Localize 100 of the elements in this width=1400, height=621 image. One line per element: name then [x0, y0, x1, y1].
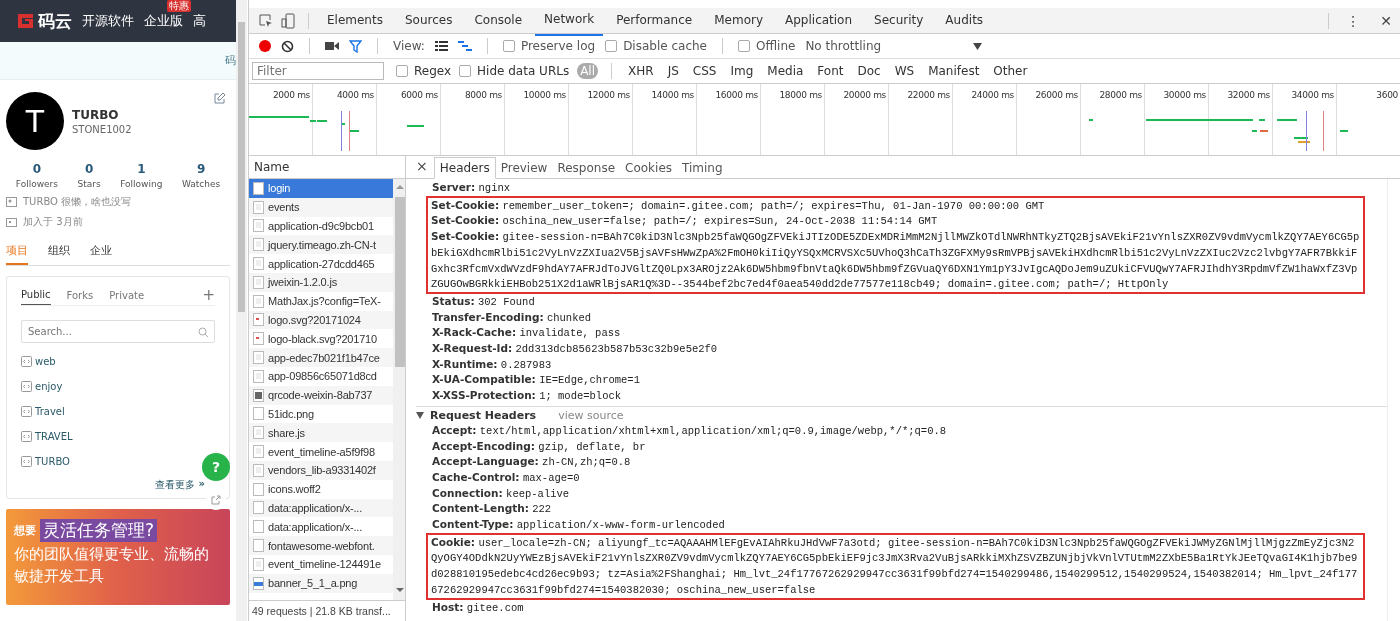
panel-tab[interactable]: Audits: [936, 6, 993, 35]
detail-tab[interactable]: Headers: [433, 157, 496, 179]
checkbox[interactable]: [459, 65, 472, 77]
filter-icon[interactable]: [349, 39, 362, 53]
camera-icon[interactable]: [325, 41, 339, 51]
panel-tab[interactable]: Performance: [607, 6, 702, 35]
panel-tab[interactable]: Memory: [705, 6, 772, 35]
nav-link[interactable]: 企业版: [144, 12, 183, 30]
request-row[interactable]: qrcode-weixin-8ab737: [249, 385, 393, 405]
detail-tab[interactable]: Preview: [495, 158, 553, 178]
view-source-link[interactable]: view source: [558, 408, 624, 422]
ad-banner[interactable]: 想要 灵活任务管理? 你的团队值得更专业、流畅的 敏捷开发工具: [6, 509, 230, 605]
nav-link[interactable]: 开源软件: [82, 12, 134, 30]
panel-tab[interactable]: Security: [865, 6, 933, 35]
type-filter[interactable]: Doc: [854, 63, 884, 79]
detail-tab[interactable]: Response: [552, 158, 621, 178]
section-title[interactable]: Request Headers: [430, 408, 537, 422]
request-row[interactable]: vendors_lib-a9331402f: [249, 460, 393, 480]
inspect-icon[interactable]: [259, 13, 273, 28]
request-row[interactable]: app-edec7b021f1b47ce: [249, 348, 393, 367]
checkbox[interactable]: [502, 40, 515, 52]
panel-tab[interactable]: Sources: [395, 6, 462, 35]
record-button[interactable]: [259, 40, 271, 52]
checkbox[interactable]: [396, 65, 408, 77]
scroll-down-icon[interactable]: [396, 588, 404, 592]
list-view-icon[interactable]: [434, 41, 448, 51]
request-row[interactable]: application-27dcdd465: [249, 254, 393, 273]
request-row[interactable]: 51idc.png: [249, 404, 393, 424]
stat-count[interactable]: 0: [84, 162, 94, 176]
request-row[interactable]: jquery.timeago.zh-CN-t: [249, 235, 393, 255]
request-row[interactable]: event_timeline-124491e: [249, 554, 393, 574]
close-button[interactable]: ✕: [1372, 12, 1400, 29]
nav-link[interactable]: 高: [193, 12, 206, 30]
repo-link[interactable]: enjoy: [35, 381, 63, 392]
panel-tab[interactable]: Application: [776, 6, 862, 35]
request-row[interactable]: banner_5_1_a.png: [249, 573, 393, 593]
request-row[interactable]: data:application/x-...: [249, 498, 393, 518]
request-row[interactable]: data:application/x-...: [249, 517, 393, 537]
close-button[interactable]: ×: [410, 158, 434, 178]
type-filter[interactable]: Media: [764, 63, 807, 79]
detail-tab[interactable]: Timing: [677, 158, 728, 178]
repo-link[interactable]: TURBO: [35, 456, 70, 467]
request-row[interactable]: MathJax.js?config=TeX-: [249, 291, 393, 311]
clear-icon[interactable]: [281, 39, 294, 53]
stat-count[interactable]: 0: [32, 162, 42, 176]
type-filter[interactable]: JS: [664, 63, 682, 79]
stat-label[interactable]: Watches: [181, 179, 221, 189]
request-row[interactable]: logo-black.svg?201710: [249, 329, 393, 349]
request-row[interactable]: event_timeline-a5f9f98: [249, 442, 393, 461]
search-field[interactable]: Search...: [21, 320, 215, 343]
more-arrow[interactable]: »: [198, 478, 205, 492]
stat-count[interactable]: 1: [137, 162, 146, 176]
site-logo[interactable]: 码云: [16, 9, 72, 33]
detail-tab[interactable]: Cookies: [620, 158, 678, 178]
more-link[interactable]: 查看更多: [154, 478, 195, 492]
add-button[interactable]: +: [202, 286, 215, 304]
repo-tab[interactable]: Public: [21, 285, 51, 305]
stat-count[interactable]: 9: [196, 162, 206, 176]
checkbox-label[interactable]: Preserve log: [520, 39, 596, 53]
repo-link[interactable]: TRAVEL: [35, 431, 73, 442]
edit-icon[interactable]: [214, 92, 226, 104]
stat-label[interactable]: Followers: [15, 179, 58, 189]
more-menu-button[interactable]: ⋮: [1338, 12, 1369, 29]
filter-field[interactable]: Filter: [252, 62, 384, 80]
request-row[interactable]: icons.woff2: [249, 479, 393, 499]
checkbox-label[interactable]: Disable cache: [623, 39, 707, 53]
type-filter[interactable]: Img: [727, 63, 757, 79]
checkbox-label[interactable]: Hide data URLs: [477, 64, 570, 78]
checkbox-label[interactable]: Regex: [414, 64, 452, 78]
stat-label[interactable]: Following: [120, 179, 163, 189]
type-filter[interactable]: Font: [814, 63, 847, 79]
panel-tab[interactable]: Network: [535, 5, 604, 36]
repo-link[interactable]: Travel: [35, 406, 65, 417]
type-filter[interactable]: WS: [891, 63, 918, 79]
waterfall-view-icon[interactable]: [457, 41, 472, 51]
scroll-up-icon[interactable]: [396, 185, 404, 189]
checkbox[interactable]: [738, 40, 750, 52]
checkbox[interactable]: [605, 40, 618, 52]
throttling-dropdown[interactable]: No throttling: [805, 39, 983, 53]
request-row[interactable]: login: [249, 179, 393, 198]
request-row[interactable]: app-09856c65071d8cd: [249, 366, 393, 386]
request-row[interactable]: jweixin-1.2.0.js: [249, 273, 393, 292]
type-filter[interactable]: CSS: [689, 63, 720, 79]
panel-tab[interactable]: Elements: [318, 6, 392, 35]
request-row[interactable]: application-d9c9bcb01: [249, 216, 393, 236]
type-filter[interactable]: Other: [990, 63, 1031, 79]
repo-tab[interactable]: Forks: [66, 285, 94, 305]
request-row[interactable]: share.js: [249, 423, 393, 443]
stat-label[interactable]: Stars: [77, 179, 101, 189]
checkbox-label[interactable]: Offline: [756, 39, 796, 53]
device-icon[interactable]: [281, 12, 295, 29]
profile-tab[interactable]: 组织: [48, 239, 70, 265]
repo-tab[interactable]: Private: [109, 285, 145, 305]
type-filter[interactable]: Manifest: [925, 63, 983, 79]
request-row[interactable]: fontawesome-webfont.: [249, 536, 393, 555]
repo-link[interactable]: web: [35, 356, 56, 367]
profile-tab[interactable]: 企业: [90, 239, 112, 265]
panel-tab[interactable]: Console: [465, 6, 532, 35]
type-filter[interactable]: XHR: [625, 63, 657, 79]
request-row[interactable]: logo.svg?20171024: [249, 310, 393, 330]
